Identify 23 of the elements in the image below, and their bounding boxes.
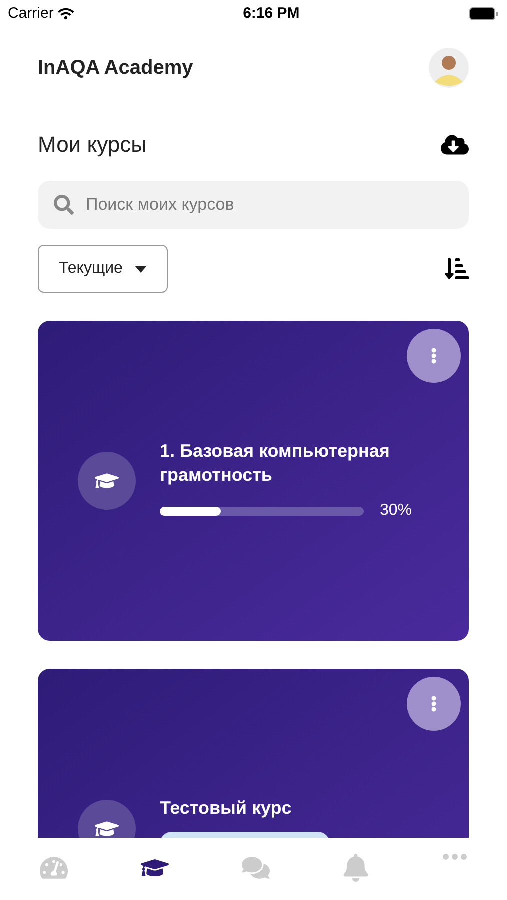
more-icon	[443, 854, 467, 860]
battery-icon	[468, 7, 499, 21]
more-button[interactable]	[407, 677, 461, 731]
search-icon	[54, 195, 74, 215]
course-card[interactable]: 1. Базовая компьютерная грамотность 30%	[38, 321, 469, 641]
carrier-label: Carrier	[8, 4, 54, 24]
bell-icon	[342, 854, 370, 882]
filter-dropdown[interactable]: Текущие	[38, 245, 168, 293]
course-card[interactable]: Тестовый курс	[38, 669, 469, 838]
caret-icon	[134, 266, 147, 272]
avatar[interactable]	[429, 48, 469, 88]
app-title: InAQA Academy	[38, 56, 194, 81]
search-field[interactable]: Поиск моих курсов	[38, 181, 469, 229]
course-title: 1. Базовая компьютерная грамотность	[160, 440, 391, 487]
chat-bubbles-icon	[242, 854, 270, 882]
more-button[interactable]	[407, 329, 461, 383]
progress-percent: 30%	[380, 501, 412, 521]
clock: 6:16 PM	[243, 4, 300, 24]
wifi-icon	[58, 6, 74, 22]
sort-icon[interactable]	[445, 257, 469, 281]
course-title: Тестовый курс	[160, 797, 293, 820]
gauge-icon	[40, 854, 68, 882]
section-title: Мои курсы	[38, 131, 147, 159]
